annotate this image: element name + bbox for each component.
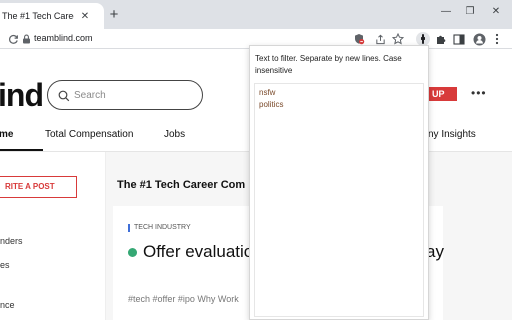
popup-instructions: Text to filter. Separate by new lines. C… — [255, 54, 402, 75]
nav-company-insights[interactable]: ny Insights — [428, 129, 476, 140]
close-window-button[interactable]: ✕ — [486, 4, 506, 20]
post-channel-tag[interactable]: TECH INDUSTRY — [134, 224, 191, 231]
sign-up-button[interactable]: UP — [426, 87, 457, 101]
extensions-puzzle-icon[interactable] — [434, 32, 448, 46]
post-title[interactable]: Offer evaluatio — [143, 242, 253, 262]
more-options-icon[interactable]: ••• — [471, 86, 487, 100]
reload-icon[interactable] — [6, 32, 20, 46]
feed-title: The #1 Tech Career Com — [117, 179, 246, 191]
tab-title: The #1 Tech Career Community — [2, 11, 74, 21]
sidebar-item-nce[interactable]: nce — [0, 300, 15, 310]
site-logo[interactable]: ind — [0, 77, 44, 113]
lock-icon[interactable] — [19, 32, 33, 46]
new-tab-button[interactable]: + — [105, 6, 123, 24]
nav-home[interactable]: me — [0, 129, 13, 140]
side-panel-icon[interactable] — [452, 32, 466, 46]
profile-avatar-icon[interactable] — [472, 32, 486, 46]
sidebar-item-es[interactable]: es — [0, 260, 10, 270]
blocked-icon[interactable] — [352, 32, 366, 46]
post-snippet: #tech #offer #ipo Why Work — [128, 294, 239, 304]
filter-line: nsfw — [259, 88, 276, 97]
share-icon[interactable] — [373, 32, 387, 46]
search-icon — [58, 89, 70, 107]
search-box[interactable]: Search — [47, 80, 203, 110]
bookmark-star-icon[interactable] — [391, 32, 405, 46]
nav-total-compensation[interactable]: Total Compensation — [45, 129, 133, 140]
sidebar-item-founders[interactable]: nders — [0, 236, 23, 246]
address-bar[interactable]: teamblind.com — [34, 33, 93, 43]
tab-close-icon[interactable]: ✕ — [80, 12, 90, 22]
maximize-button[interactable]: ❐ — [460, 4, 480, 20]
nav-jobs[interactable]: Jobs — [164, 129, 185, 140]
write-post-button[interactable]: RITE A POST — [0, 176, 77, 198]
post-badge-icon — [128, 248, 137, 257]
search-input[interactable]: Search — [74, 90, 106, 101]
filter-textarea[interactable]: nsfw politics — [254, 83, 424, 317]
tag-marker — [128, 224, 130, 232]
filter-extension-popup: Text to filter. Separate by new lines. C… — [249, 45, 429, 320]
filter-extension-icon[interactable] — [416, 32, 430, 46]
filter-line: politics — [259, 100, 284, 109]
browser-tab[interactable]: The #1 Tech Career Community ✕ — [0, 3, 104, 29]
tab-strip: The #1 Tech Career Community ✕ + — ❐ ✕ — [0, 0, 512, 29]
browser-menu-icon[interactable] — [490, 32, 504, 46]
minimize-button[interactable]: — — [436, 4, 456, 20]
